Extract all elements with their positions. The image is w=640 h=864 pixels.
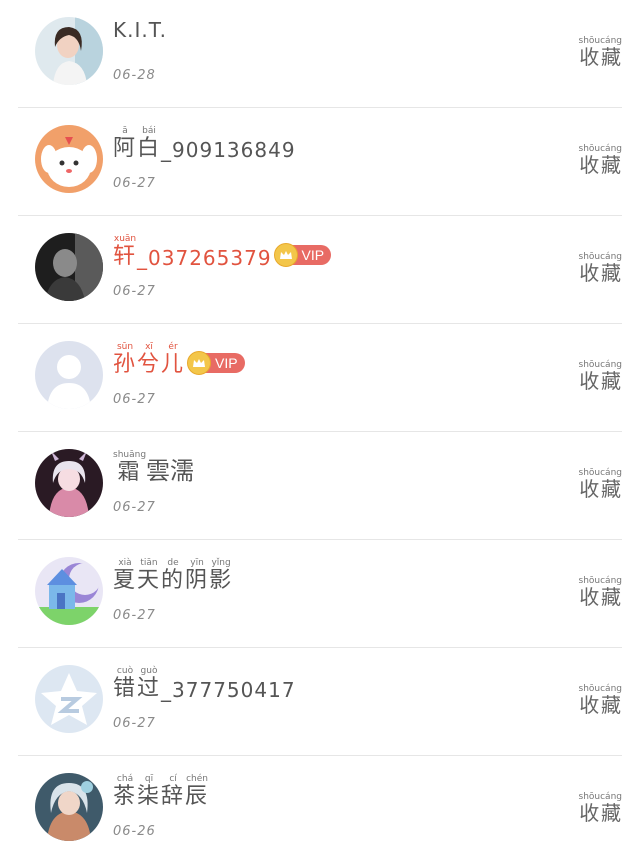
vip-badge: VIP (187, 351, 245, 375)
date: 06-27 (113, 716, 156, 731)
username: 阿ā 白bái _909136849 (113, 126, 296, 162)
crown-icon (273, 243, 298, 267)
list-item[interactable]: 阿ā 白bái _909136849 06-27 收shōu 藏cáng (18, 108, 622, 216)
crown-icon (187, 351, 212, 375)
list-item[interactable]: 轩xuān _037265379 VIP 06-27 收shōu 藏cáng (18, 216, 622, 324)
avatar[interactable] (35, 17, 103, 85)
collect-button[interactable]: 收shōu 藏cáng (579, 684, 623, 718)
list-item[interactable]: 茶chá 柒qī 辞cí 辰chén 06-26 收shōu 藏cáng (18, 756, 622, 864)
list-item[interactable]: 霜shuāng 雲濡 06-27 收shōu 藏cáng (18, 432, 622, 540)
collect-button[interactable]: 收shōu 藏cáng (579, 360, 623, 394)
username: 轩xuān _037265379 VIP (113, 234, 332, 270)
collect-button[interactable]: 收shōu 藏cáng (579, 144, 623, 178)
date: 06-27 (113, 392, 156, 407)
date: 06-28 (113, 68, 156, 83)
username: 孙sūn 兮xī 儿ér VIP (113, 342, 245, 378)
date: 06-26 (113, 824, 156, 839)
collect-button[interactable]: 收shōu 藏cáng (579, 252, 623, 286)
avatar[interactable] (35, 341, 103, 409)
username: 错cuò 过guò _377750417 (113, 666, 296, 702)
vip-badge: VIP (273, 243, 332, 267)
username: K.I.T. (113, 18, 167, 42)
list-item[interactable]: K.I.T. 06-28 收shōu 藏cáng (18, 0, 622, 108)
username: 夏xià 天tiān 的de 阴yīn 影yǐng (113, 558, 234, 593)
collect-button[interactable]: 收shōu 藏cáng (579, 576, 623, 610)
avatar[interactable] (35, 773, 103, 841)
collect-button[interactable]: 收shōu 藏cáng (579, 792, 623, 826)
collect-button[interactable]: 收shōu 藏cáng (579, 36, 623, 70)
date: 06-27 (113, 176, 156, 191)
avatar[interactable] (35, 233, 103, 301)
date: 06-27 (113, 284, 156, 299)
list-item[interactable]: 孙sūn 兮xī 儿ér VIP 06-27 收shōu 藏cáng (18, 324, 622, 432)
list-item[interactable]: 夏xià 天tiān 的de 阴yīn 影yǐng 06-27 收shōu 藏c… (18, 540, 622, 648)
username: 霜shuāng 雲濡 (113, 450, 195, 485)
avatar[interactable] (35, 665, 103, 733)
collect-button[interactable]: 收shōu 藏cáng (579, 468, 623, 502)
username: 茶chá 柒qī 辞cí 辰chén (113, 774, 210, 809)
favorites-list: K.I.T. 06-28 收shōu 藏cáng 阿ā 白bái _909136 (0, 0, 640, 864)
list-item[interactable]: 错cuò 过guò _377750417 06-27 收shōu 藏cáng (18, 648, 622, 756)
avatar[interactable] (35, 557, 103, 625)
avatar[interactable] (35, 449, 103, 517)
date: 06-27 (113, 608, 156, 623)
avatar[interactable] (35, 125, 103, 193)
date: 06-27 (113, 500, 156, 515)
